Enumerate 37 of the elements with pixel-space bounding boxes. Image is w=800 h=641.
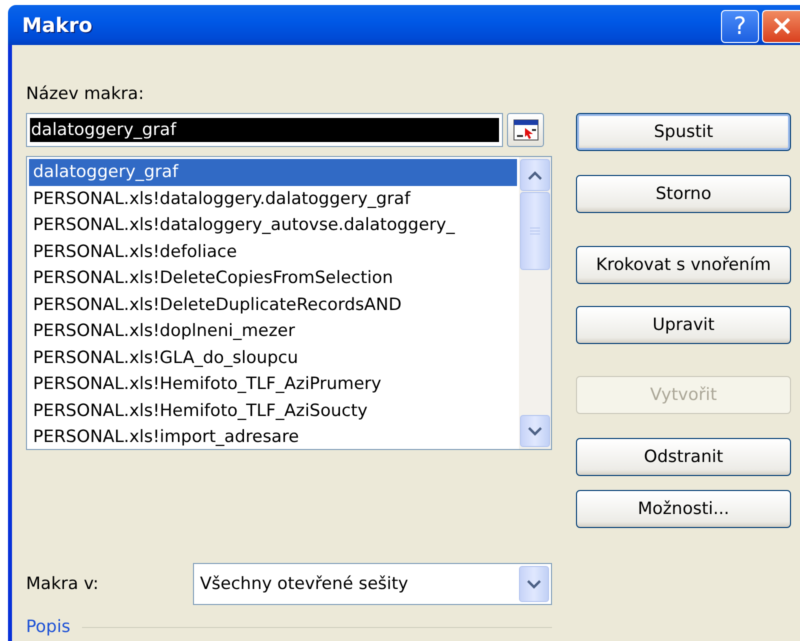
collapse-dialog-button[interactable] — [507, 113, 544, 147]
macro-name-field[interactable]: dalatoggery_graf — [26, 113, 503, 147]
range-picker-icon — [512, 119, 538, 141]
macro-list-item[interactable]: dalatoggery_graf — [29, 159, 517, 186]
dialog-button[interactable]: Spustit — [576, 113, 791, 151]
macro-name-label: Název makra: — [26, 83, 145, 105]
macro-list-item[interactable]: PERSONAL.xls!GLA_do_sloupcu — [29, 344, 517, 371]
macros-in-label: Makra v: — [26, 573, 100, 595]
close-icon — [772, 16, 792, 36]
macro-list-item[interactable]: PERSONAL.xls!defoliace — [29, 238, 517, 265]
scrollbar[interactable] — [519, 157, 551, 449]
macro-list-item[interactable]: PERSONAL.xls!dataloggery_autovse.dalatoggery_ — [29, 212, 517, 238]
scroll-thumb[interactable] — [520, 192, 550, 270]
macro-list-item[interactable]: PERSONAL.xls!Hemifoto_TLF_AziSoucty — [29, 398, 517, 424]
dialog-button[interactable]: Storno — [576, 175, 791, 213]
help-button[interactable]: ? — [721, 10, 759, 42]
dialog-button[interactable]: Možnosti... — [576, 490, 791, 528]
chevron-down-icon — [527, 580, 541, 588]
chevron-up-icon — [528, 170, 542, 180]
close-button[interactable] — [762, 10, 800, 42]
window-title: Makro — [22, 13, 92, 37]
dropdown-button[interactable] — [519, 566, 549, 602]
macro-list-item[interactable]: PERSONAL.xls!dataloggery.dalatoggery_graf — [29, 186, 517, 212]
dialog-button[interactable]: Krokovat s vnořením — [576, 246, 791, 284]
scroll-down-button[interactable] — [520, 415, 550, 447]
grip-icon — [530, 227, 540, 235]
macros-in-dropdown[interactable]: Všechny otevřené sešity — [193, 563, 552, 605]
scroll-up-button[interactable] — [520, 159, 550, 191]
macro-list-item[interactable]: PERSONAL.xls!DeleteCopiesFromSelection — [29, 265, 517, 292]
macro-list-item[interactable]: PERSONAL.xls!Hemifoto_TLF_AziPrumery — [29, 371, 517, 398]
macro-list-item[interactable]: PERSONAL.xls!doplneni_mezer — [29, 318, 517, 344]
description-heading: Popis — [26, 617, 70, 637]
dialog-button[interactable]: Odstranit — [576, 438, 791, 476]
dialog-button[interactable]: Upravit — [576, 306, 791, 344]
macro-list-item[interactable]: PERSONAL.xls!import_adresare — [29, 424, 517, 449]
macro-list-item[interactable]: PERSONAL.xls!DeleteDuplicateRecordsAND — [29, 292, 517, 318]
chevron-down-icon — [528, 426, 542, 436]
